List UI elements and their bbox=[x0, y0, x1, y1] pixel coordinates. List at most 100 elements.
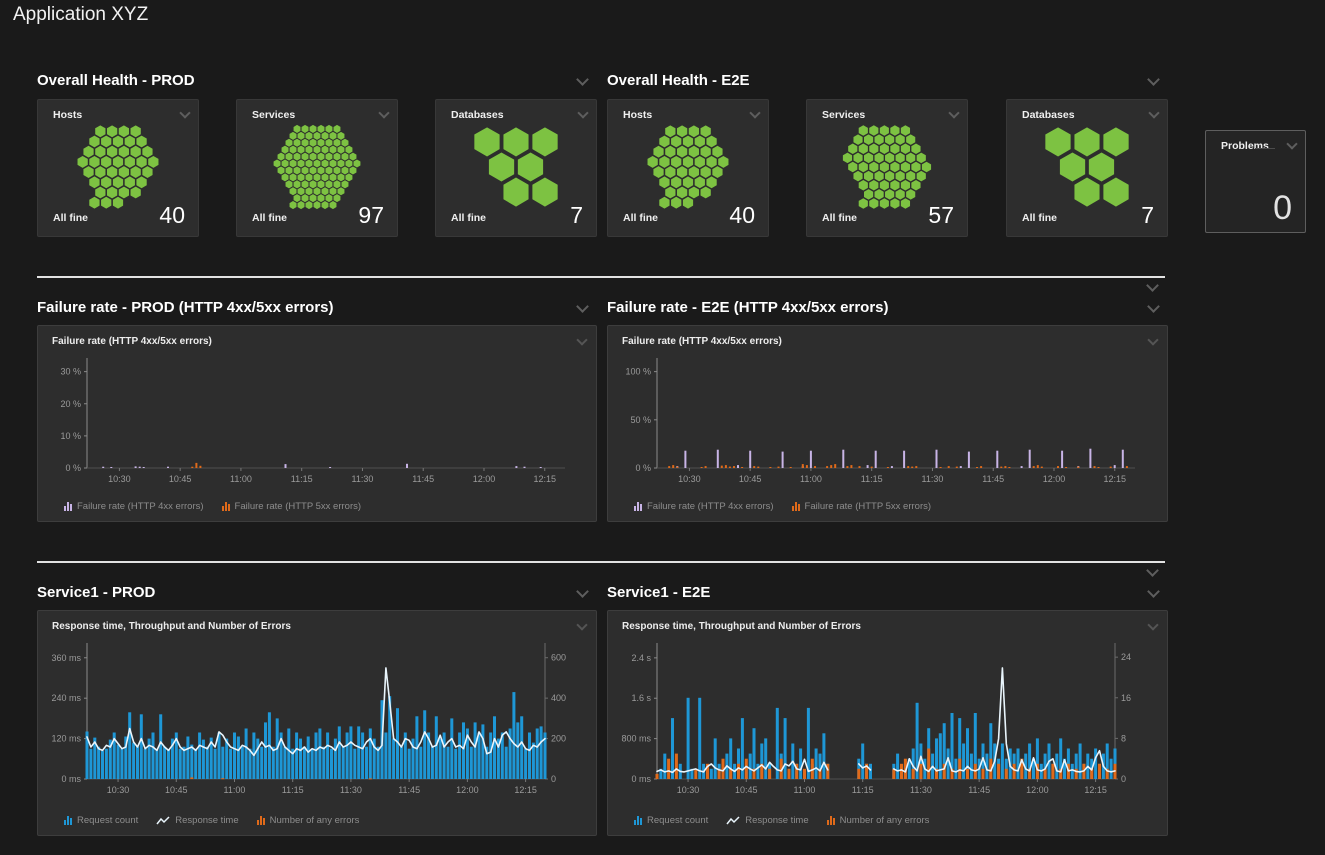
legend-item[interactable]: Response time bbox=[156, 815, 238, 826]
svg-text:800 ms: 800 ms bbox=[621, 734, 651, 744]
svg-text:12:00: 12:00 bbox=[473, 474, 496, 484]
chevron-down-icon[interactable] bbox=[1148, 107, 1159, 118]
svg-text:11:30: 11:30 bbox=[922, 474, 944, 484]
svg-text:11:15: 11:15 bbox=[291, 474, 313, 484]
svg-text:16: 16 bbox=[1121, 693, 1131, 703]
tile-label: Problems bbox=[1221, 140, 1269, 152]
section-header-failure-e2e: Failure rate - E2E (HTTP 4xx/5xx errors) bbox=[607, 299, 1168, 319]
tile-problems[interactable]: Problems 0 bbox=[1205, 130, 1306, 233]
svg-text:0 %: 0 % bbox=[65, 463, 81, 473]
svg-text:10:30: 10:30 bbox=[677, 785, 700, 795]
tile-count: 7 bbox=[1141, 202, 1154, 229]
health-honeycomb bbox=[841, 124, 933, 210]
svg-text:12:15: 12:15 bbox=[533, 474, 556, 484]
failure-rate-prod-chart[interactable]: 0 %10 %20 %30 %10:3010:4511:0011:1511:30… bbox=[43, 354, 591, 488]
svg-text:12:00: 12:00 bbox=[456, 785, 479, 795]
chevron-down-icon[interactable] bbox=[378, 107, 389, 118]
tile-databases-prod[interactable]: Databases All fine 7 bbox=[435, 99, 597, 237]
failure-rate-e2e-panel: Failure rate (HTTP 4xx/5xx errors) 0 %50… bbox=[607, 325, 1168, 522]
tile-label: Databases bbox=[1022, 109, 1075, 121]
chevron-down-icon[interactable] bbox=[576, 73, 589, 86]
svg-text:11:00: 11:00 bbox=[800, 474, 822, 484]
chevron-down-icon[interactable] bbox=[1147, 300, 1160, 313]
bar-chart-icon bbox=[222, 502, 230, 511]
legend-label: Failure rate (HTTP 4xx errors) bbox=[77, 501, 204, 512]
legend-item[interactable]: Request count bbox=[64, 815, 138, 826]
chevron-down-icon[interactable] bbox=[1146, 279, 1159, 292]
service1-e2e-chart[interactable]: 0 ms800 ms1.6 s2.4 s08162410:3010:4511:0… bbox=[613, 639, 1161, 799]
tile-hosts-e2e[interactable]: Hosts All fine 40 bbox=[607, 99, 769, 237]
chevron-down-icon[interactable] bbox=[1147, 73, 1160, 86]
svg-text:12:15: 12:15 bbox=[1103, 474, 1126, 484]
chevron-down-icon[interactable] bbox=[1147, 585, 1160, 598]
tile-services-e2e[interactable]: Services All fine 57 bbox=[806, 99, 968, 237]
svg-text:0: 0 bbox=[551, 774, 556, 784]
svg-text:30 %: 30 % bbox=[60, 367, 81, 377]
legend-item[interactable]: Failure rate (HTTP 4xx errors) bbox=[634, 501, 774, 512]
svg-text:11:30: 11:30 bbox=[340, 785, 362, 795]
legend-item[interactable]: Request count bbox=[634, 815, 708, 826]
chevron-down-icon[interactable] bbox=[576, 334, 587, 345]
legend-item[interactable]: Failure rate (HTTP 4xx errors) bbox=[64, 501, 204, 512]
health-honeycomb bbox=[469, 124, 563, 210]
chevron-down-icon[interactable] bbox=[1147, 619, 1158, 630]
legend-item[interactable]: Failure rate (HTTP 5xx errors) bbox=[222, 501, 362, 512]
tile-count: 97 bbox=[358, 202, 384, 229]
tile-count: 57 bbox=[928, 202, 954, 229]
svg-text:10:30: 10:30 bbox=[108, 474, 131, 484]
failure-rate-prod-panel: Failure rate (HTTP 4xx/5xx errors) 0 % 10… bbox=[37, 325, 597, 522]
svg-text:24: 24 bbox=[1121, 652, 1131, 662]
failure-rate-e2e-chart[interactable]: 0 %50 %100 %10:3010:4511:0011:1511:3011:… bbox=[613, 354, 1161, 488]
tile-label: Services bbox=[822, 109, 865, 121]
chevron-down-icon[interactable] bbox=[576, 300, 589, 313]
svg-text:120 ms: 120 ms bbox=[51, 734, 81, 744]
legend-label: Response time bbox=[175, 815, 238, 826]
tile-label: Databases bbox=[451, 109, 504, 121]
chevron-down-icon[interactable] bbox=[1147, 334, 1158, 345]
chevron-down-icon[interactable] bbox=[179, 107, 190, 118]
trend-dash bbox=[1255, 148, 1275, 149]
tile-hosts-prod[interactable]: Hosts All fine 40 bbox=[37, 99, 199, 237]
svg-text:20 %: 20 % bbox=[60, 399, 81, 409]
section-header-service-prod: Service1 - PROD bbox=[37, 584, 597, 604]
svg-text:10:30: 10:30 bbox=[678, 474, 701, 484]
chevron-down-icon[interactable] bbox=[1286, 138, 1297, 149]
chevron-down-icon[interactable] bbox=[576, 619, 587, 630]
chevron-down-icon[interactable] bbox=[749, 107, 760, 118]
svg-text:2.4 s: 2.4 s bbox=[631, 653, 651, 663]
legend-label: Number of any errors bbox=[270, 815, 360, 826]
chart-legend: Request count Response time Number of an… bbox=[64, 815, 359, 826]
divider bbox=[37, 561, 1165, 563]
tile-services-prod[interactable]: Services All fine 97 bbox=[236, 99, 398, 237]
legend-label: Response time bbox=[745, 815, 808, 826]
panel-title: Failure rate (HTTP 4xx/5xx errors) bbox=[52, 336, 212, 347]
tile-status: All fine bbox=[822, 212, 857, 224]
chevron-down-icon[interactable] bbox=[1146, 564, 1159, 577]
svg-text:11:30: 11:30 bbox=[910, 785, 932, 795]
svg-text:11:00: 11:00 bbox=[224, 785, 246, 795]
problems-count: 0 bbox=[1273, 189, 1292, 228]
svg-text:50 %: 50 % bbox=[630, 415, 651, 425]
chevron-down-icon[interactable] bbox=[948, 107, 959, 118]
legend-item[interactable]: Number of any errors bbox=[827, 815, 930, 826]
legend-label: Request count bbox=[647, 815, 708, 826]
svg-text:11:45: 11:45 bbox=[398, 785, 420, 795]
tile-databases-e2e[interactable]: Databases All fine 7 bbox=[1006, 99, 1168, 237]
service1-prod-chart[interactable]: 0 ms120 ms240 ms360 ms020040060010:3010:… bbox=[43, 639, 591, 799]
section-title: Service1 - PROD bbox=[37, 584, 155, 601]
chevron-down-icon[interactable] bbox=[577, 107, 588, 118]
panel-title: Response time, Throughput and Number of … bbox=[52, 621, 291, 632]
tile-status: All fine bbox=[623, 212, 658, 224]
chevron-down-icon[interactable] bbox=[576, 585, 589, 598]
panel-title: Response time, Throughput and Number of … bbox=[622, 621, 861, 632]
svg-text:11:00: 11:00 bbox=[230, 474, 252, 484]
bar-chart-icon bbox=[64, 502, 72, 511]
svg-text:11:45: 11:45 bbox=[412, 474, 434, 484]
svg-text:10:45: 10:45 bbox=[735, 785, 758, 795]
section-title: Overall Health - PROD bbox=[37, 72, 195, 89]
legend-item[interactable]: Response time bbox=[726, 815, 808, 826]
section-header-failure-prod: Failure rate - PROD (HTTP 4xx/5xx errors… bbox=[37, 299, 597, 319]
legend-label: Failure rate (HTTP 5xx errors) bbox=[805, 501, 932, 512]
legend-item[interactable]: Failure rate (HTTP 5xx errors) bbox=[792, 501, 932, 512]
legend-item[interactable]: Number of any errors bbox=[257, 815, 360, 826]
